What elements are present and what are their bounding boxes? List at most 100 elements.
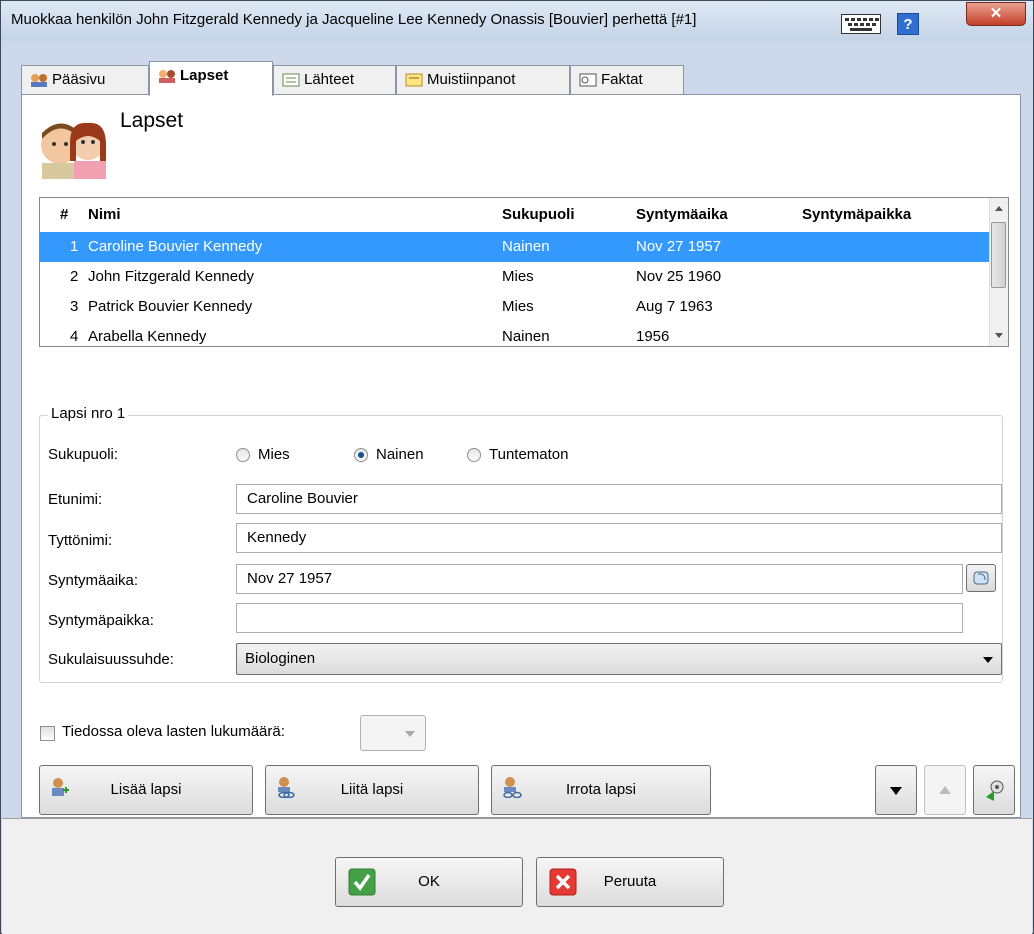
page-title: Lapset: [120, 109, 184, 132]
detach-child-icon: [503, 777, 522, 798]
maiden-name-label: Tyttönimi:: [48, 532, 113, 549]
keyboard-icon[interactable]: [841, 14, 881, 34]
people-icon: [31, 74, 47, 87]
row-gender: Nainen: [502, 238, 550, 255]
link-child-label: Liitä lapsi: [340, 781, 404, 798]
column-header-num[interactable]: #: [60, 198, 68, 232]
check-icon: [348, 868, 376, 896]
maiden-name-field[interactable]: Kennedy: [236, 523, 1002, 553]
gender-radio-nainen[interactable]: [354, 448, 368, 462]
row-birth-date: Nov 25 1960: [636, 268, 722, 285]
row-number: 4: [70, 328, 79, 345]
arrow-up-icon: [939, 786, 951, 794]
tab-paasivu[interactable]: Pääsivu: [21, 65, 149, 95]
scroll-thumb[interactable]: [991, 222, 1006, 288]
add-child-icon: [52, 778, 69, 796]
gender-radio-mies[interactable]: [236, 448, 250, 462]
title-bar: Muokkaa henkilön John Fitzgerald Kennedy…: [1, 1, 1033, 41]
column-header-birth-place[interactable]: Syntymäpaikka: [802, 198, 911, 232]
row-gender: Mies: [502, 298, 534, 315]
table-row[interactable]: 3 Patrick Bouvier Kennedy Mies Aug 7 196…: [40, 292, 992, 322]
row-name: John Fitzgerald Kennedy: [88, 268, 254, 285]
ok-button[interactable]: OK: [335, 857, 523, 907]
children-avatar-icon: [41, 122, 106, 179]
row-birth-date: Nov 27 1957: [636, 238, 722, 255]
cancel-label: Peruuta: [603, 873, 657, 890]
link-child-icon: [278, 777, 295, 798]
calendar-icon: [973, 571, 989, 585]
tab-faktat[interactable]: Faktat: [570, 65, 684, 95]
column-header-birth-date[interactable]: Syntymäaika: [636, 198, 728, 232]
tab-label: Lähteet: [304, 71, 355, 88]
facts-icon: [579, 73, 597, 87]
table-row[interactable]: 2 John Fitzgerald Kennedy Mies Nov 25 19…: [40, 262, 992, 292]
birth-place-label: Syntymäpaikka:: [48, 612, 154, 629]
tab-lapset[interactable]: Lapset: [149, 61, 273, 96]
first-name-field[interactable]: Caroline Bouvier: [236, 484, 1002, 514]
relation-label: Sukulaisuussuhde:: [48, 651, 174, 668]
row-number: 1: [70, 238, 79, 255]
scroll-up-icon[interactable]: [994, 204, 1004, 212]
row-birth-date: 1956: [636, 328, 670, 345]
row-birth-date: Aug 7 1963: [636, 298, 713, 315]
window-title: Muokkaa henkilön John Fitzgerald Kennedy…: [11, 11, 697, 28]
move-down-button[interactable]: [875, 765, 917, 815]
row-number: 2: [70, 268, 79, 285]
known-children-checkbox[interactable]: [40, 726, 55, 741]
gender-radio-tuntematon[interactable]: [467, 448, 481, 462]
notes-icon: [405, 73, 423, 87]
tab-label: Faktat: [601, 71, 643, 88]
tab-label: Muistiinpanot: [427, 71, 516, 88]
add-child-button[interactable]: Lisää lapsi: [39, 765, 253, 815]
table-row[interactable]: 4 Arabella Kennedy Nainen 1956: [40, 322, 992, 346]
birth-date-label: Syntymäaika:: [48, 572, 139, 589]
chevron-down-icon: [983, 657, 993, 663]
close-icon: [549, 868, 577, 896]
known-children-label: Tiedossa oleva lasten lukumäärä:: [62, 723, 285, 740]
birth-place-field[interactable]: [236, 603, 963, 633]
birth-date-field[interactable]: Nov 27 1957: [236, 564, 963, 594]
sources-icon: [282, 73, 300, 87]
move-up-button[interactable]: [924, 765, 966, 815]
table-row[interactable]: 1 Caroline Bouvier Kennedy Nainen Nov 27…: [40, 232, 992, 262]
known-children-count[interactable]: [360, 715, 426, 751]
row-name: Caroline Bouvier Kennedy: [88, 238, 263, 255]
row-gender: Mies: [502, 268, 534, 285]
sort-icon: [986, 780, 1004, 801]
dialog-footer: OK Peruuta: [2, 818, 1032, 934]
row-name: Patrick Bouvier Kennedy: [88, 298, 253, 315]
calendar-button[interactable]: [966, 564, 996, 592]
gender-option-mies[interactable]: Mies: [258, 446, 290, 463]
tab-label: Pääsivu: [52, 71, 106, 88]
gender-option-nainen[interactable]: Nainen: [376, 446, 424, 463]
row-number: 3: [70, 298, 79, 315]
tab-lahteet[interactable]: Lähteet: [273, 65, 396, 95]
link-child-button[interactable]: Liitä lapsi: [265, 765, 479, 815]
arrow-down-icon: [890, 787, 902, 795]
help-button[interactable]: ?: [897, 13, 919, 35]
scroll-down-icon[interactable]: [994, 332, 1004, 340]
tab-muistiinpanot[interactable]: Muistiinpanot: [396, 65, 570, 95]
gender-label: Sukupuoli:: [48, 446, 119, 463]
close-button[interactable]: ✕: [966, 2, 1026, 26]
detach-child-button[interactable]: Irrota lapsi: [491, 765, 711, 815]
row-name: Arabella Kennedy: [88, 328, 207, 345]
sort-button[interactable]: [973, 765, 1015, 815]
first-name-label: Etunimi:: [48, 491, 103, 508]
dialog-window: Muokkaa henkilön John Fitzgerald Kennedy…: [0, 0, 1034, 934]
gender-option-tuntematon[interactable]: Tuntematon: [489, 446, 569, 463]
chevron-down-icon: [405, 731, 415, 737]
children-icon: [159, 70, 175, 83]
row-gender: Nainen: [502, 328, 550, 345]
table-scrollbar[interactable]: [989, 198, 1008, 346]
group-legend: Lapsi nro 1: [48, 405, 129, 422]
relation-value: Biologinen: [245, 650, 316, 667]
column-header-name[interactable]: Nimi: [88, 198, 121, 232]
ok-label: OK: [418, 873, 440, 890]
column-header-gender[interactable]: Sukupuoli: [502, 198, 575, 232]
relation-select[interactable]: Biologinen: [236, 643, 1002, 675]
detach-child-label: Irrota lapsi: [565, 781, 637, 798]
cancel-button[interactable]: Peruuta: [536, 857, 724, 907]
tab-panel-lapset: Lapset # Nimi Sukupuoli Syntymäaika Synt…: [21, 94, 1021, 818]
children-table: # Nimi Sukupuoli Syntymäaika Syntymäpaik…: [39, 197, 1009, 347]
